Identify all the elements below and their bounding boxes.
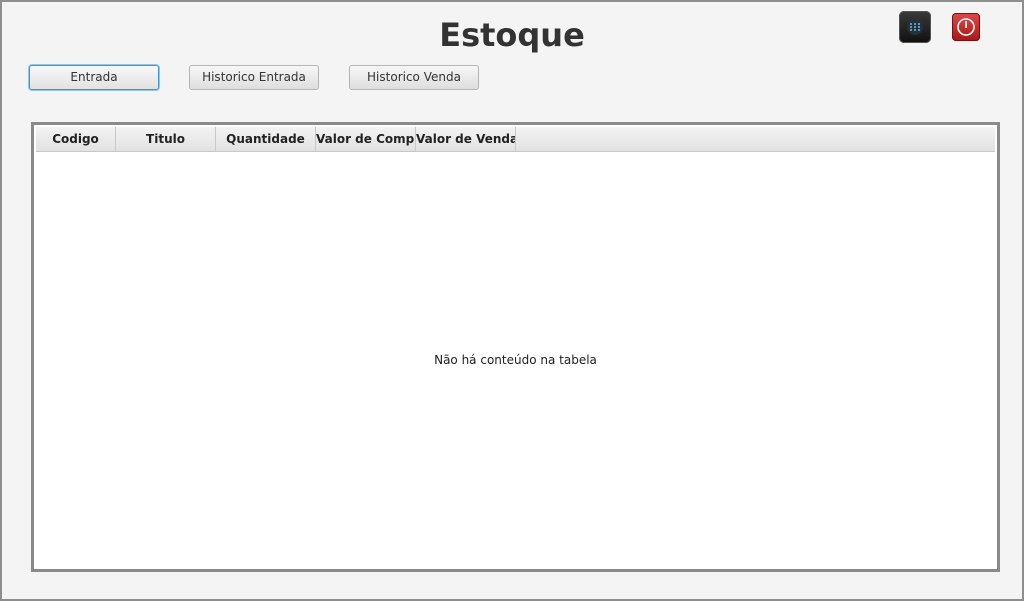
- column-header-codigo[interactable]: Codigo: [36, 127, 116, 151]
- stock-table[interactable]: Codigo Titulo Quantidade Valor de Compra…: [31, 122, 1000, 572]
- power-button[interactable]: [952, 13, 980, 41]
- column-header-valor-venda[interactable]: Valor de Venda: [416, 127, 516, 151]
- column-header-valor-compra[interactable]: Valor de Compra: [316, 127, 416, 151]
- table-empty-message: Não há conteúdo na tabela: [434, 353, 597, 367]
- apps-grid-icon: [907, 19, 923, 35]
- power-icon: [957, 18, 975, 36]
- main-window: Estoque Entrada Historico Entrada Histor…: [0, 0, 1024, 601]
- page-title: Estoque: [439, 16, 585, 54]
- entrada-button[interactable]: Entrada: [29, 65, 159, 90]
- table-header: Codigo Titulo Quantidade Valor de Compra…: [36, 127, 995, 152]
- historico-venda-button[interactable]: Historico Venda: [349, 65, 479, 90]
- historico-entrada-button[interactable]: Historico Entrada: [189, 65, 319, 90]
- column-header-filler: [516, 127, 995, 151]
- apps-menu-button[interactable]: [899, 11, 931, 43]
- column-header-quantidade[interactable]: Quantidade: [216, 127, 316, 151]
- column-header-titulo[interactable]: Titulo: [116, 127, 216, 151]
